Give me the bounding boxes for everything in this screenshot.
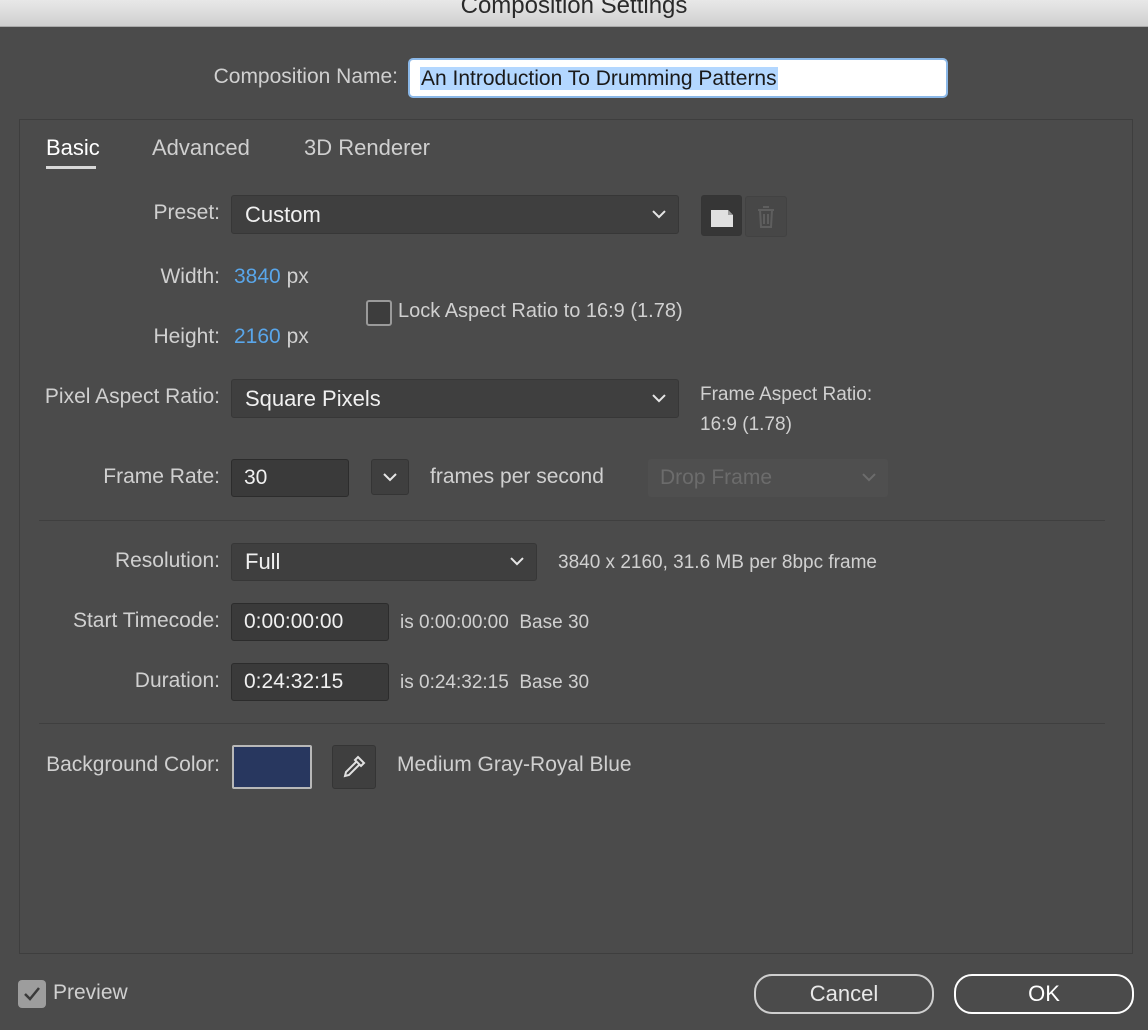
drop-frame-value: Drop Frame — [660, 466, 773, 489]
resolution-value: Full — [245, 549, 281, 574]
start-timecode-value: 0:00:00:00 — [244, 610, 344, 633]
duration-value: 0:24:32:15 — [244, 670, 344, 693]
width-unit: px — [286, 265, 309, 288]
background-color-swatch[interactable] — [232, 745, 312, 789]
pixel-aspect-dropdown[interactable]: Square Pixels — [231, 379, 679, 418]
resolution-dropdown[interactable]: Full — [231, 543, 537, 581]
height-value[interactable]: 2160 — [234, 325, 281, 348]
checkmark-icon — [24, 987, 40, 1001]
pixel-aspect-value: Square Pixels — [245, 385, 381, 411]
duration-is: is 0:24:32:15 — [400, 672, 509, 693]
chevron-down-icon — [652, 393, 666, 402]
drop-frame-dropdown: Drop Frame — [648, 459, 888, 497]
height-unit: px — [286, 325, 309, 348]
resolution-info: 3840 x 2160, 31.6 MB per 8bpc frame — [558, 552, 877, 573]
frame-rate-value: 30 — [244, 466, 268, 489]
trash-icon — [758, 205, 774, 228]
divider — [39, 723, 1105, 724]
tab-advanced[interactable]: Advanced — [152, 135, 250, 161]
width-field: 3840 px — [234, 265, 309, 289]
start-timecode-label: Start Timecode: — [72, 609, 220, 632]
eyedropper-button[interactable] — [332, 745, 376, 789]
preview-label: Preview — [53, 981, 128, 1004]
start-timecode-base: Base 30 — [519, 612, 590, 633]
eyedropper-icon — [343, 755, 366, 778]
background-color-label: Background Color: — [46, 753, 220, 776]
width-value[interactable]: 3840 — [234, 265, 281, 288]
preset-dropdown[interactable]: Custom — [231, 195, 679, 234]
start-timecode-info: is 0:00:00:00 Base 30 — [400, 612, 589, 634]
chevron-down-icon — [862, 473, 876, 482]
delete-preset-button[interactable] — [745, 196, 787, 237]
composition-name-label: Composition Name: — [213, 65, 398, 88]
frame-rate-unit: frames per second — [430, 465, 604, 488]
composition-name-value: An Introduction To Drumming Patterns — [420, 67, 778, 90]
lock-aspect-label: Lock Aspect Ratio to 16:9 (1.78) — [398, 300, 683, 322]
duration-info: is 0:24:32:15 Base 30 — [400, 672, 589, 694]
settings-panel — [19, 119, 1133, 954]
frame-rate-input[interactable]: 30 — [231, 459, 349, 497]
lock-aspect-checkbox[interactable] — [366, 300, 392, 326]
frame-rate-label: Frame Rate: — [103, 465, 220, 488]
chevron-down-icon — [383, 472, 397, 481]
divider — [39, 520, 1105, 521]
start-timecode-is: is 0:00:00:00 — [400, 612, 509, 633]
resolution-label: Resolution: — [114, 549, 220, 572]
frame-aspect-label: Frame Aspect Ratio: — [700, 384, 873, 405]
duration-input[interactable]: 0:24:32:15 — [231, 663, 389, 701]
ok-button[interactable]: OK — [954, 974, 1134, 1014]
preset-label: Preset: — [153, 201, 220, 224]
background-color-name: Medium Gray-Royal Blue — [397, 753, 632, 776]
pixel-aspect-label: Pixel Aspect Ratio: — [44, 385, 220, 408]
cancel-button[interactable]: Cancel — [754, 974, 934, 1014]
preset-value: Custom — [245, 201, 321, 227]
start-timecode-input[interactable]: 0:00:00:00 — [231, 603, 389, 641]
frame-rate-dropdown-button[interactable] — [371, 459, 409, 495]
composition-name-input[interactable]: An Introduction To Drumming Patterns — [408, 58, 948, 98]
chevron-down-icon — [652, 209, 666, 218]
title-bar: Composition Settings — [0, 0, 1148, 27]
tab-3d-renderer[interactable]: 3D Renderer — [304, 135, 430, 161]
width-label: Width: — [160, 265, 220, 288]
frame-aspect-value: 16:9 (1.78) — [700, 414, 792, 435]
tab-basic[interactable]: Basic — [46, 135, 100, 161]
new-preset-icon — [710, 209, 733, 227]
chevron-down-icon — [510, 557, 524, 566]
tab-active-underline — [46, 166, 96, 169]
save-preset-button[interactable] — [701, 195, 742, 236]
height-label: Height: — [153, 325, 220, 348]
height-field: 2160 px — [234, 325, 309, 349]
window-title: Composition Settings — [460, 0, 688, 19]
duration-base: Base 30 — [519, 672, 590, 693]
duration-label: Duration: — [134, 669, 220, 692]
preview-checkbox[interactable] — [18, 980, 46, 1008]
